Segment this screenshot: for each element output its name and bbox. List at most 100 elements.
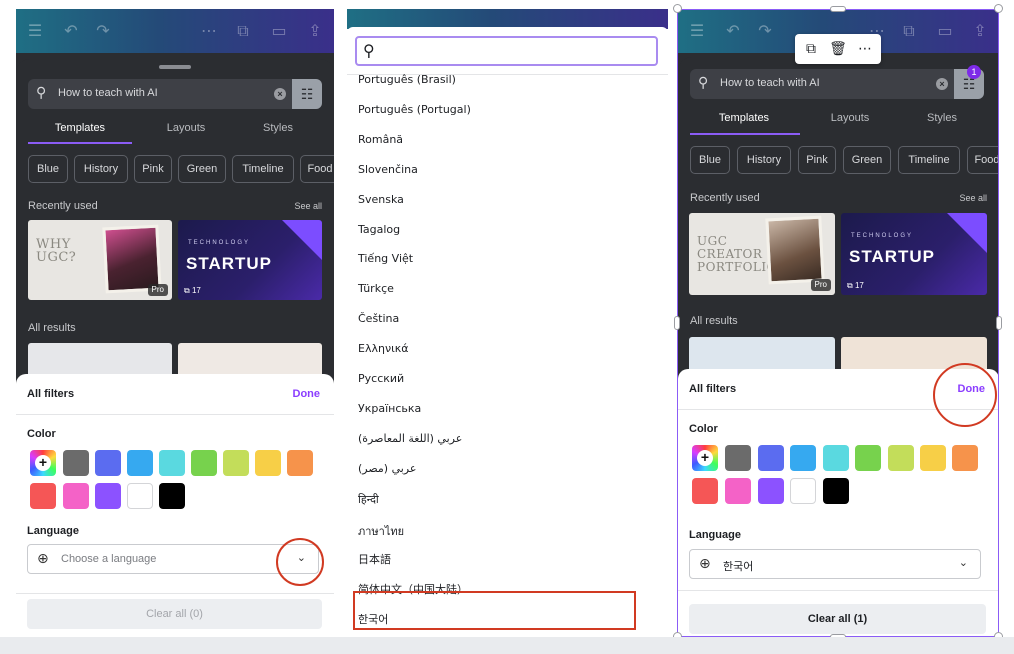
swatch-light-blue[interactable] bbox=[790, 445, 816, 471]
swatch-gray[interactable] bbox=[63, 450, 89, 476]
language-option[interactable]: ภาษาไทย bbox=[358, 522, 404, 540]
language-option[interactable]: 日本語 bbox=[358, 551, 391, 567]
clear-search-icon[interactable]: × bbox=[936, 78, 948, 90]
swatch-pink[interactable] bbox=[725, 478, 751, 504]
resize-handle[interactable] bbox=[673, 4, 682, 13]
tab-styles[interactable]: Styles bbox=[906, 112, 978, 124]
chip-blue[interactable]: Blue bbox=[28, 155, 68, 183]
chip-history[interactable]: History bbox=[74, 155, 128, 183]
language-option[interactable]: Tagalog bbox=[358, 223, 400, 236]
shapes-icon[interactable]: ⧉ bbox=[234, 22, 252, 40]
swatch-orange[interactable] bbox=[952, 445, 978, 471]
swatch-purple[interactable] bbox=[95, 483, 121, 509]
filter-icon[interactable]: ☷ 1 bbox=[954, 65, 984, 99]
chip-blue[interactable]: Blue bbox=[690, 146, 730, 174]
drag-handle[interactable] bbox=[159, 65, 191, 69]
menu-icon[interactable]: ☰ bbox=[26, 22, 44, 40]
present-icon[interactable]: ▭ bbox=[270, 22, 288, 40]
swatch-yellow[interactable] bbox=[920, 445, 946, 471]
swatch-lime[interactable] bbox=[223, 450, 249, 476]
redo-icon[interactable]: ↷ bbox=[94, 22, 112, 40]
tab-templates[interactable]: Templates bbox=[44, 122, 116, 134]
swatch-red[interactable] bbox=[692, 478, 718, 504]
language-option[interactable]: عربي (مصر) bbox=[358, 462, 416, 475]
swatch-light-blue[interactable] bbox=[127, 450, 153, 476]
chevron-down-icon[interactable]: ⌄ bbox=[959, 556, 968, 569]
clear-all-button[interactable]: Clear all (0) bbox=[27, 599, 322, 629]
resize-handle[interactable] bbox=[994, 4, 1003, 13]
swatch-blue[interactable] bbox=[758, 445, 784, 471]
custom-color-button[interactable]: + bbox=[30, 450, 56, 476]
chip-timeline[interactable]: Timeline bbox=[232, 155, 294, 183]
swatch-black[interactable] bbox=[159, 483, 185, 509]
search-bar[interactable]: ⚲ How to teach with AI × ☷ bbox=[28, 79, 322, 109]
language-option[interactable]: Українська bbox=[358, 402, 421, 415]
swatch-green[interactable] bbox=[191, 450, 217, 476]
swatch-red[interactable] bbox=[30, 483, 56, 509]
chip-food[interactable]: Food bbox=[300, 155, 334, 183]
swatch-turquoise[interactable] bbox=[159, 450, 185, 476]
language-select[interactable]: ⊕ 한국어 ⌄ bbox=[689, 549, 981, 579]
resize-handle[interactable] bbox=[830, 6, 846, 12]
language-option[interactable]: Slovenčina bbox=[358, 163, 418, 176]
clear-all-button[interactable]: Clear all (1) bbox=[689, 604, 986, 634]
language-option[interactable]: Türkçe bbox=[358, 282, 394, 295]
language-option[interactable]: Română bbox=[358, 133, 403, 146]
share-icon[interactable]: ⇪ bbox=[971, 22, 989, 40]
more-icon[interactable]: ⋯ bbox=[200, 22, 218, 40]
language-option[interactable]: Português (Brasil) bbox=[358, 73, 456, 86]
swatch-pink[interactable] bbox=[63, 483, 89, 509]
swatch-purple[interactable] bbox=[758, 478, 784, 504]
swatch-lime[interactable] bbox=[888, 445, 914, 471]
template-thumb-startup[interactable]: TECHNOLOGY STARTUP ⧉ 17 bbox=[841, 213, 987, 295]
swatch-white[interactable] bbox=[127, 483, 153, 509]
tab-templates[interactable]: Templates bbox=[708, 112, 780, 124]
search-input[interactable]: How to teach with AI bbox=[720, 77, 820, 89]
template-thumb-ugc[interactable]: UGC CREATOR PORTFOLIO Pro bbox=[689, 213, 835, 295]
language-option[interactable]: Svenska bbox=[358, 193, 404, 206]
filter-icon[interactable]: ☷ bbox=[292, 79, 322, 109]
tab-layouts[interactable]: Layouts bbox=[150, 122, 222, 134]
swatch-orange[interactable] bbox=[287, 450, 313, 476]
swatch-turquoise[interactable] bbox=[823, 445, 849, 471]
search-bar[interactable]: ⚲ How to teach with AI × ☷ 1 bbox=[690, 65, 984, 99]
swatch-gray[interactable] bbox=[725, 445, 751, 471]
tab-styles[interactable]: Styles bbox=[242, 122, 314, 134]
see-all-link[interactable]: See all bbox=[294, 201, 322, 211]
resize-handle[interactable] bbox=[996, 316, 1002, 330]
redo-icon[interactable]: ↷ bbox=[756, 22, 774, 40]
chip-green[interactable]: Green bbox=[178, 155, 226, 183]
chip-food[interactable]: Food bbox=[967, 146, 999, 174]
undo-icon[interactable]: ↶ bbox=[62, 22, 80, 40]
swatch-black[interactable] bbox=[823, 478, 849, 504]
duplicate-icon[interactable]: ⧉ bbox=[802, 40, 820, 58]
swatch-blue[interactable] bbox=[95, 450, 121, 476]
language-option[interactable]: عربي (اللغة المعاصرة) bbox=[358, 432, 462, 445]
search-input[interactable]: How to teach with AI bbox=[58, 87, 158, 99]
template-thumb-ugc[interactable]: WHY UGC? Pro bbox=[28, 220, 172, 300]
present-icon[interactable]: ▭ bbox=[936, 22, 954, 40]
chip-history[interactable]: History bbox=[737, 146, 791, 174]
language-option[interactable]: Русский bbox=[358, 372, 404, 385]
swatch-green[interactable] bbox=[855, 445, 881, 471]
swatch-yellow[interactable] bbox=[255, 450, 281, 476]
chip-green[interactable]: Green bbox=[843, 146, 891, 174]
language-option[interactable]: Čeština bbox=[358, 312, 399, 325]
more-icon[interactable]: ⋯ bbox=[856, 40, 874, 58]
share-icon[interactable]: ⇪ bbox=[306, 22, 324, 40]
language-search-input[interactable]: ⚲ bbox=[355, 36, 658, 66]
custom-color-button[interactable]: + bbox=[692, 445, 718, 471]
done-button[interactable]: Done bbox=[293, 388, 321, 400]
menu-icon[interactable]: ☰ bbox=[688, 22, 706, 40]
resize-handle[interactable] bbox=[674, 316, 680, 330]
trash-icon[interactable]: 🗑 bbox=[829, 40, 847, 58]
shapes-icon[interactable]: ⧉ bbox=[900, 22, 918, 40]
chip-pink[interactable]: Pink bbox=[798, 146, 836, 174]
language-option[interactable]: Ελληνικά bbox=[358, 342, 409, 355]
chip-pink[interactable]: Pink bbox=[134, 155, 172, 183]
see-all-link[interactable]: See all bbox=[959, 193, 987, 203]
tab-layouts[interactable]: Layouts bbox=[814, 112, 886, 124]
language-option[interactable]: हिन्दी bbox=[358, 492, 379, 507]
swatch-white[interactable] bbox=[790, 478, 816, 504]
chip-timeline[interactable]: Timeline bbox=[898, 146, 960, 174]
